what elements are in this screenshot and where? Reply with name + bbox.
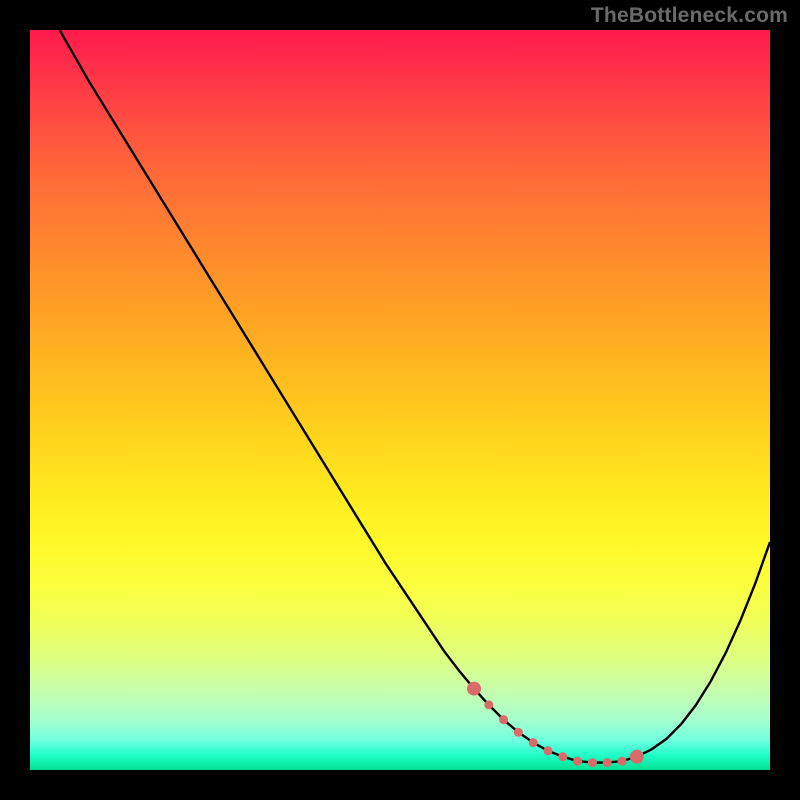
curve-marker — [603, 758, 612, 767]
curve-marker — [573, 757, 582, 766]
curve-marker — [618, 757, 627, 766]
curve-marker — [544, 746, 553, 755]
chart-svg — [30, 30, 770, 770]
bottleneck-curve-line — [60, 30, 770, 763]
chart-plot-area — [30, 30, 770, 770]
curve-marker — [588, 758, 597, 767]
watermark-text: TheBottleneck.com — [591, 4, 788, 28]
curve-marker — [630, 750, 644, 764]
curve-marker — [558, 752, 567, 761]
curve-marker — [484, 700, 493, 709]
curve-marker — [467, 682, 481, 696]
curve-marker — [529, 738, 538, 747]
curve-marker — [514, 728, 523, 737]
curve-marker — [499, 715, 508, 724]
